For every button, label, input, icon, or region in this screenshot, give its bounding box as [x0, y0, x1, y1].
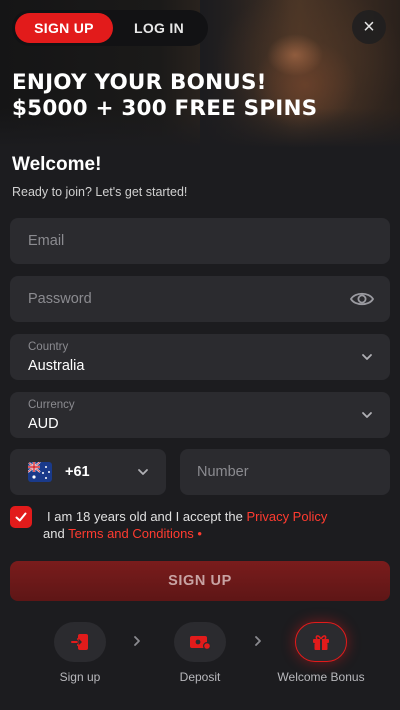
- terms-conditions-link[interactable]: Terms and Conditions: [68, 526, 194, 541]
- chevron-right-icon: [255, 636, 261, 646]
- currency-label: Currency: [28, 399, 75, 411]
- enter-icon: [71, 634, 88, 650]
- phone-code-select[interactable]: +61: [10, 449, 166, 495]
- promo-line-2: $5000 + 300 FREE SPINS: [12, 96, 318, 121]
- phone-code-value: +61: [65, 464, 90, 480]
- email-field[interactable]: [10, 218, 390, 264]
- checkmark-icon: [15, 512, 27, 522]
- tab-signup[interactable]: SIGN UP: [15, 13, 113, 43]
- auth-tabs: SIGN UP LOG IN: [12, 10, 208, 46]
- country-value: Australia: [28, 358, 85, 374]
- step-welcome-bonus: [295, 622, 347, 662]
- promo-line-1: ENJOY YOUR BONUS!: [12, 70, 267, 95]
- australia-flag-icon: [28, 462, 52, 482]
- phone-number-container: [180, 449, 390, 495]
- terms-checkbox[interactable]: [10, 506, 32, 528]
- wallet-icon: [190, 636, 212, 651]
- email-field-container: [10, 218, 390, 264]
- chevron-down-icon: [362, 354, 372, 360]
- step-deposit: [174, 622, 226, 662]
- welcome-title: Welcome!: [12, 154, 102, 175]
- promo-headline: ENJOY YOUR BONUS! $5000 + 300 FREE SPINS: [12, 70, 392, 122]
- close-button[interactable]: ×: [352, 10, 386, 44]
- phone-number-field[interactable]: [180, 449, 390, 495]
- currency-select[interactable]: Currency AUD: [10, 392, 390, 438]
- chevron-right-icon: [134, 636, 140, 646]
- country-label: Country: [28, 341, 69, 353]
- step-label-deposit: Deposit: [179, 670, 221, 684]
- step-label-signup: Sign up: [59, 670, 101, 684]
- chevron-down-icon: [138, 469, 148, 475]
- eye-icon[interactable]: [350, 289, 374, 309]
- signup-submit-button[interactable]: SIGN UP: [10, 561, 390, 601]
- gift-icon: [313, 635, 329, 650]
- tab-login[interactable]: LOG IN: [113, 13, 205, 43]
- privacy-policy-link[interactable]: Privacy Policy: [246, 509, 327, 524]
- step-label-welcome-bonus: Welcome Bonus: [277, 670, 365, 684]
- currency-value: AUD: [28, 416, 59, 432]
- password-field[interactable]: [10, 276, 390, 322]
- close-icon: ×: [363, 15, 375, 38]
- step-signup: [54, 622, 106, 662]
- country-select[interactable]: Country Australia: [10, 334, 390, 380]
- welcome-subtitle: Ready to join? Let's get started!: [12, 185, 188, 199]
- password-field-container: [10, 276, 390, 322]
- terms-text: I am 18 years old and I accept the Priva…: [43, 509, 328, 541]
- chevron-down-icon: [362, 412, 372, 418]
- required-marker: •: [193, 526, 202, 541]
